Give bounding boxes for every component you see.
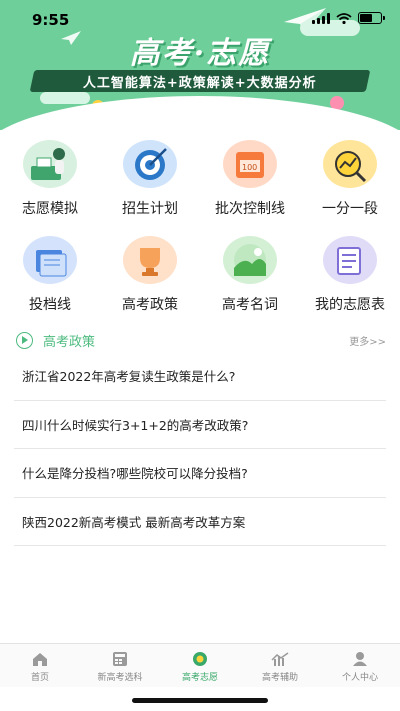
list-item[interactable]: 浙江省2022年高考复读生政策是什么? [14,352,386,401]
tab-profile[interactable]: 个人中心 [320,644,400,687]
signal-icon [312,12,330,24]
score-paper-icon: 100 [223,140,277,188]
feature-grid: 志愿模拟 招生计划 100 批次控制线 一分一段 投档线 高考政策 高考名词 我… [0,140,400,322]
grid-item-label: 一分一段 [322,201,378,217]
trophy-cup-icon [123,236,177,284]
grid-item-label: 招生计划 [122,201,178,217]
banner-subtitle-text: 人工智能算法+政策解读+大数据分析 [83,75,317,91]
play-circle-icon [16,331,33,349]
section-title: 高考政策 [43,334,96,350]
file-stack-icon [23,236,77,284]
grid-item-batch-line[interactable]: 100 批次控制线 [200,140,300,226]
wifi-icon [336,12,352,24]
tab-home[interactable]: 首页 [0,644,80,687]
bar-chart-icon [271,652,289,666]
document-list-icon [323,236,377,284]
tab-gaokao-volunteer[interactable]: 高考志愿 [160,644,240,687]
grid-item-admission-line[interactable]: 投档线 [0,236,100,322]
policy-list: 浙江省2022年高考复读生政策是什么? 四川什么时候实行3+1+2的高考改政策?… [14,352,386,546]
landscape-icon [223,236,277,284]
grid-item-volunteer-sim[interactable]: 志愿模拟 [0,140,100,226]
chart-magnifier-icon [323,140,377,188]
grid-item-label: 我的志愿表 [315,297,385,313]
grid-item-label: 高考名词 [222,297,278,313]
grid-item-score-rank[interactable]: 一分一段 [300,140,400,226]
grid-item-label: 志愿模拟 [22,201,78,217]
tab-subject-select[interactable]: 新高考选科 [80,644,160,687]
policy-section-header: 高考政策 更多>> [16,330,386,350]
grid-item-label: 高考政策 [122,297,178,313]
target-icon [123,140,177,188]
bottom-tab-bar: 首页 新高考选科 高考志愿 高考辅助 个人中心 [0,643,400,687]
tab-label: 个人中心 [341,673,378,683]
tab-label: 新高考选科 [97,673,143,683]
list-item[interactable]: 四川什么时候实行3+1+2的高考改政策? [14,401,386,449]
tab-label: 高考志愿 [181,673,218,683]
home-indicator[interactable] [132,698,268,703]
person-desk-icon [23,140,77,188]
more-link[interactable]: 更多>> [349,333,386,348]
tab-label: 首页 [30,673,49,683]
status-time: 9:55 [32,11,70,29]
list-item[interactable]: 陕西2022新高考模式 最新高考改革方案 [14,498,386,546]
tab-gaokao-assist[interactable]: 高考辅助 [240,644,320,687]
svg-text:100: 100 [242,163,257,172]
grid-item-terms[interactable]: 高考名词 [200,236,300,322]
tab-label: 高考辅助 [261,673,298,683]
banner-subtitle: 人工智能算法+政策解读+大数据分析 [29,70,371,92]
cloud-decoration [40,92,90,104]
grid-item-my-list[interactable]: 我的志愿表 [300,236,400,322]
medal-icon [193,652,207,666]
list-item[interactable]: 什么是降分投档?哪些院校可以降分投档? [14,449,386,498]
grid-item-label: 投档线 [29,297,71,313]
grid-item-enroll-plan[interactable]: 招生计划 [100,140,200,226]
grid-calculator-icon [113,652,127,666]
battery-icon [358,12,385,24]
user-icon [353,652,367,666]
grid-item-label: 批次控制线 [215,201,285,217]
banner-title: 高考·志愿 [129,36,271,71]
grid-item-policy[interactable]: 高考政策 [100,236,200,322]
home-icon [33,653,47,666]
